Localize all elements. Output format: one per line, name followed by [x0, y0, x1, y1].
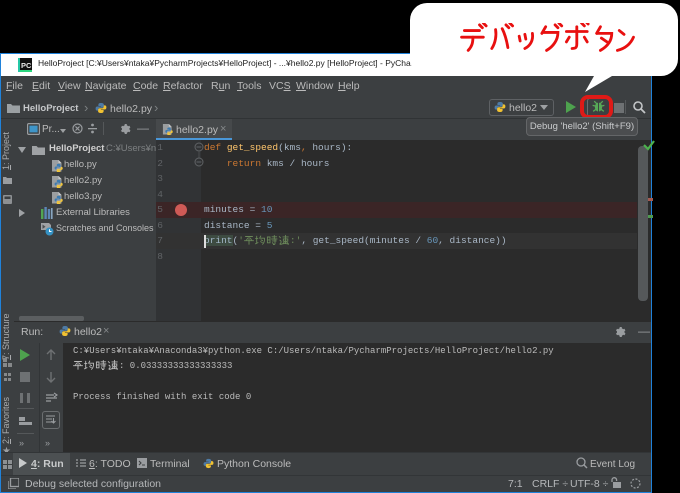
- svg-text:PC: PC: [21, 61, 32, 70]
